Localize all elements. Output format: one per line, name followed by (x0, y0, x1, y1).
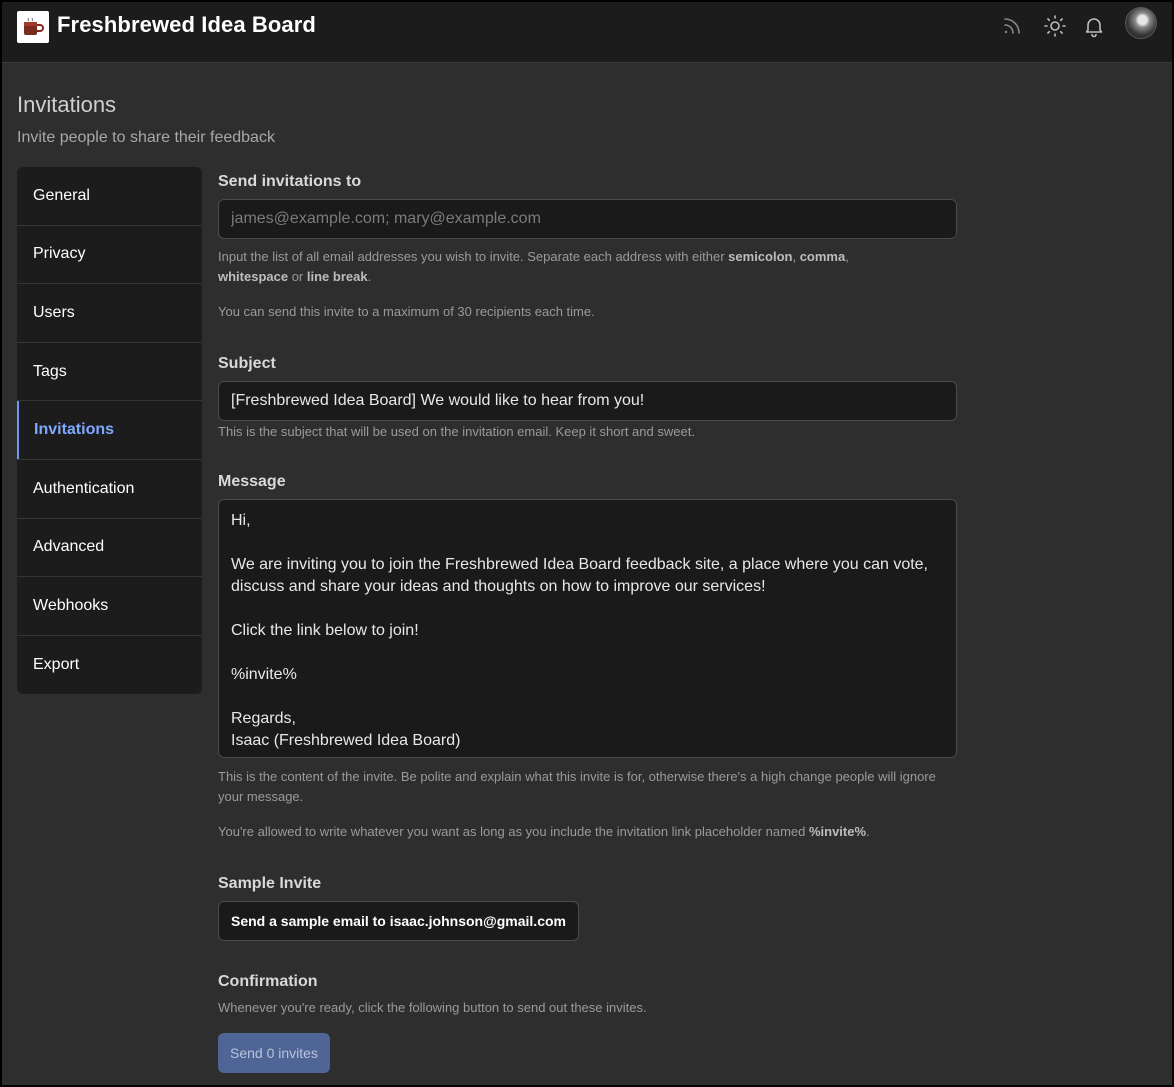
subject-label: Subject (218, 355, 276, 372)
site-title[interactable]: Freshbrewed Idea Board (57, 12, 316, 38)
help-comma: comma (799, 249, 846, 264)
help-sep: , (792, 249, 800, 264)
page-title: Invitations (17, 92, 117, 117)
sidebar-item-users[interactable]: Users (17, 284, 202, 343)
sidebar-item-general[interactable]: General (17, 167, 202, 226)
send-sample-email-button[interactable]: Send a sample email to isaac.johnson@gma… (218, 901, 579, 941)
sun-icon[interactable] (1043, 14, 1067, 38)
sidebar-item-export[interactable]: Export (17, 636, 202, 695)
recipients-help-text: Input the list of all email addresses yo… (218, 249, 729, 264)
send-invites-button[interactable]: Send 0 invites (218, 1033, 330, 1073)
user-avatar[interactable] (1125, 7, 1157, 39)
sidebar-item-invitations[interactable]: Invitations (17, 401, 202, 460)
sidebar-item-authentication[interactable]: Authentication (17, 460, 202, 519)
help-end: . (866, 824, 870, 839)
subject-help: This is the subject that will be used on… (218, 424, 695, 439)
help-or: or (288, 269, 307, 284)
sidebar-item-tags[interactable]: Tags (17, 343, 202, 402)
settings-sidebar: General Privacy Users Tags Invitations A… (17, 167, 202, 695)
message-label: Message (218, 473, 286, 490)
help-sep: , (845, 249, 849, 264)
top-navbar: Freshbrewed Idea Board (2, 2, 1172, 63)
sidebar-item-privacy[interactable]: Privacy (17, 226, 202, 285)
coffee-mug-icon (24, 17, 44, 35)
message-help: This is the content of the invite. Be po… (218, 769, 936, 804)
message-placeholder-help: You're allowed to write whatever you wan… (218, 822, 958, 842)
app-window: Freshbrewed Idea Board Invitations Invit… (0, 0, 1174, 1087)
help-whitespace: whitespace (218, 269, 289, 284)
recipients-help: Input the list of all email addresses yo… (218, 247, 958, 287)
subject-input[interactable] (218, 381, 957, 421)
invite-placeholder-token: %invite% (808, 824, 867, 839)
sidebar-item-advanced[interactable]: Advanced (17, 519, 202, 578)
message-textarea[interactable]: Hi, We are inviting you to join the Fres… (218, 499, 957, 758)
confirmation-label: Confirmation (218, 973, 318, 990)
help-semicolon: semicolon (728, 249, 793, 264)
sidebar-item-webhooks[interactable]: Webhooks (17, 577, 202, 636)
recipients-limit-help: You can send this invite to a maximum of… (218, 304, 595, 319)
sample-invite-label: Sample Invite (218, 875, 322, 892)
recipients-label: Send invitations to (218, 173, 362, 190)
help-linebreak: line break (306, 269, 368, 284)
bell-icon[interactable] (1082, 14, 1106, 38)
rss-icon[interactable] (1000, 14, 1024, 38)
recipients-input[interactable] (218, 199, 957, 239)
help-end: . (367, 269, 372, 284)
confirmation-help: Whenever you're ready, click the followi… (218, 1000, 647, 1015)
site-logo[interactable] (17, 11, 49, 43)
placeholder-help-text: You're allowed to write whatever you wan… (218, 824, 809, 839)
page-subtitle: Invite people to share their feedback (17, 129, 275, 146)
